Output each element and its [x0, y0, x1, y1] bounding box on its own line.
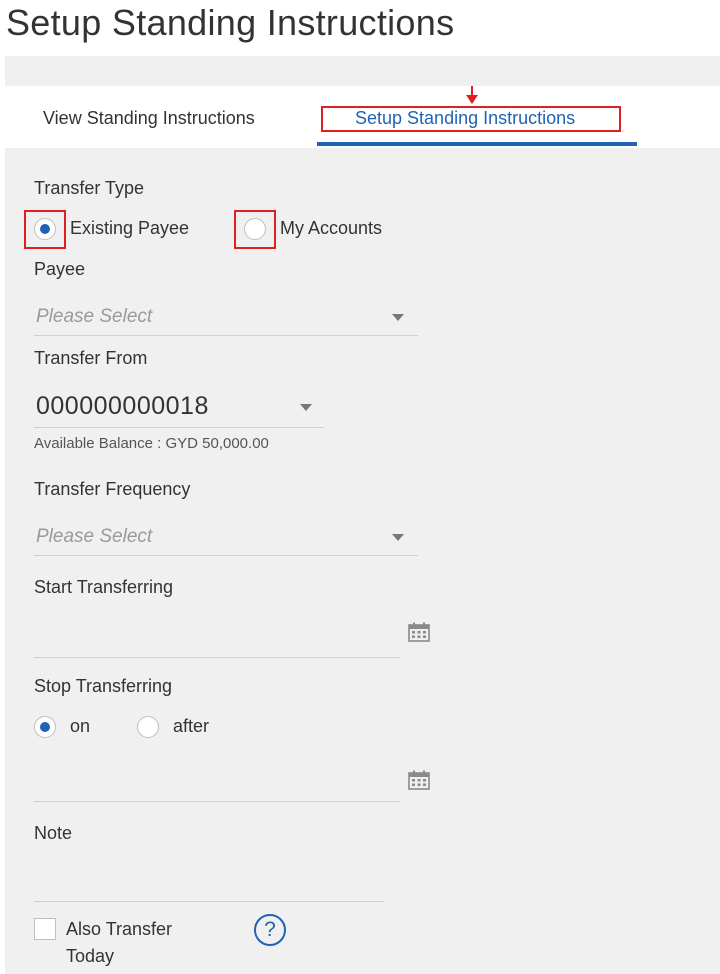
radio-my-accounts[interactable] — [244, 218, 266, 240]
radio-stop-after-label: after — [173, 716, 210, 736]
chevron-down-icon — [392, 534, 404, 541]
note-label: Note — [34, 823, 73, 843]
start-date-input[interactable] — [34, 604, 400, 658]
active-tab-indicator — [317, 142, 637, 146]
tab-bar: View Standing Instructions Setup Standin… — [5, 86, 720, 148]
radio-existing-payee[interactable] — [34, 218, 56, 240]
stop-date-input[interactable] — [34, 748, 400, 802]
page-title: Setup Standing Instructions — [6, 2, 455, 43]
radio-existing-payee-label: Existing Payee — [70, 218, 190, 238]
calendar-icon[interactable] — [408, 622, 430, 642]
transfer-from-label: Transfer From — [34, 348, 148, 368]
start-transferring-label: Start Transferring — [34, 577, 174, 597]
radio-stop-on-label: on — [70, 716, 91, 736]
calendar-icon[interactable] — [408, 770, 430, 790]
radio-my-accounts-label: My Accounts — [280, 218, 383, 238]
annotation-arrow-head — [466, 95, 478, 104]
also-transfer-today-checkbox[interactable] — [34, 918, 56, 940]
radio-stop-on[interactable] — [34, 716, 56, 738]
transfer-frequency-label: Transfer Frequency — [34, 479, 191, 499]
note-input[interactable] — [34, 848, 384, 902]
tab-view-standing-instructions[interactable]: View Standing Instructions — [43, 108, 255, 129]
transfer-from-value: 000000000018 — [36, 392, 209, 420]
available-balance-text: Available Balance : GYD 50,000.00 — [34, 435, 269, 452]
chevron-down-icon — [392, 314, 404, 321]
annotation-highlight-box — [321, 106, 621, 132]
transfer-frequency-placeholder: Please Select — [36, 526, 153, 547]
stop-transferring-label: Stop Transferring — [34, 676, 173, 696]
also-transfer-today-label: Also Transfer Today — [66, 919, 173, 966]
transfer-type-label: Transfer Type — [34, 178, 145, 198]
question-circle-icon[interactable]: ? — [254, 914, 286, 946]
transfer-frequency-select[interactable]: Please Select — [34, 518, 418, 556]
radio-stop-after[interactable] — [137, 716, 159, 738]
payee-select[interactable]: Please Select — [34, 298, 418, 336]
payee-select-placeholder: Please Select — [36, 306, 153, 327]
chevron-down-icon — [300, 404, 312, 411]
payee-label: Payee — [34, 259, 86, 279]
transfer-from-select[interactable]: 000000000018 — [34, 388, 324, 428]
